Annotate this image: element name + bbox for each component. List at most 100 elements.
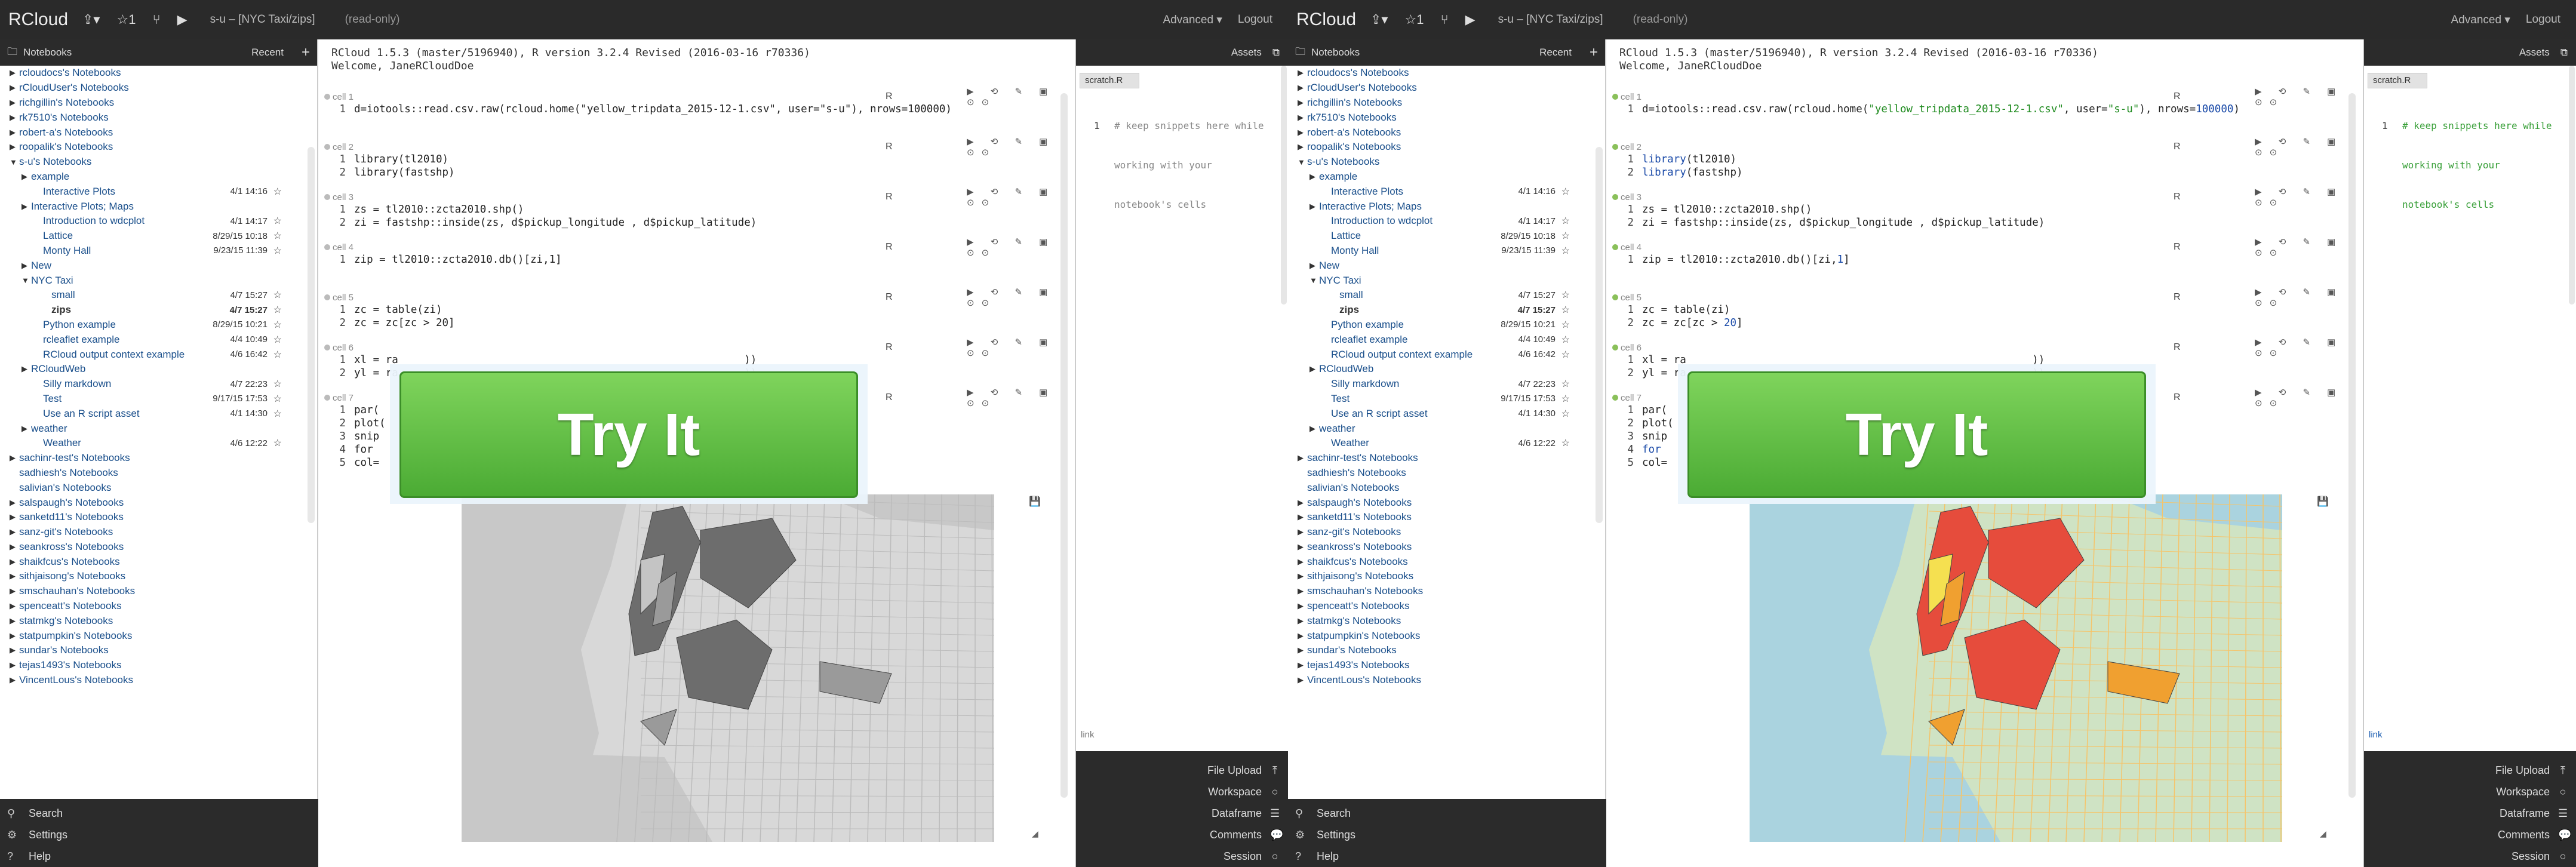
folder-item[interactable]: ▶ New [1288,258,1593,273]
star-icon[interactable]: ☆ [1561,215,1570,227]
notebook-cell[interactable]: cell 1 R ▶ ⟲ ✎ ▣ ⊙⊙ 1 d=iotools::read.csv.ra… [324,87,1071,116]
folder-item[interactable]: sadhiesh's Notebooks [1288,466,1593,481]
notebook-cell[interactable]: cell 3 R ▶ ⟲ ✎ ▣ ⊙⊙ 1 zs = tl2010::zcta2010.… [1612,187,2359,229]
star-icon[interactable]: ☆ [273,215,282,227]
assets-title[interactable]: Assets [1231,47,1262,59]
session-panel[interactable]: Session ○ [1076,846,1288,867]
chevron-right-icon[interactable]: ▶ [1298,675,1307,685]
chevron-right-icon[interactable]: ▶ [10,68,19,78]
folder-item[interactable]: ▶ rCloudUser's Notebooks [1288,81,1593,96]
notebook-item[interactable]: RCloud output context example 4/6 16:42 ☆ [0,347,305,362]
asset-tab-scratch[interactable]: scratch.R [2368,73,2427,88]
star-icon[interactable]: ☆ [273,245,282,257]
folder-item[interactable]: ▶ sanz-git's Notebooks [1288,525,1593,540]
asset-link[interactable]: link [1081,730,1095,740]
chevron-right-icon[interactable]: ▶ [21,172,31,182]
star-icon[interactable]: ☆ [1561,378,1570,390]
chevron-right-icon[interactable]: ▶ [21,202,31,211]
folder-item[interactable]: ▶ statpumpkin's Notebooks [1288,628,1593,643]
chevron-right-icon[interactable]: ▶ [1298,616,1307,626]
chevron-right-icon[interactable]: ▶ [10,453,19,463]
cell-code[interactable]: 1 d=iotools::read.csv.raw(rcloud.home("ye… [1612,103,2359,116]
star-icon[interactable]: ☆ [273,334,282,346]
comments-panel[interactable]: Comments 💬 [2364,824,2576,846]
recent-button[interactable]: Recent [1539,47,1572,59]
star-icon[interactable]: ☆ [273,437,282,449]
cell-toolbar[interactable]: ▶ ⟲ ✎ ▣ ⊙⊙ [967,136,1071,158]
star-icon[interactable]: ☆ [1561,186,1570,198]
dataframe-panel[interactable]: Dataframe ☰ [2364,803,2576,824]
chevron-right-icon[interactable]: ▶ [1298,601,1307,611]
save-plot-icon[interactable]: 💾 [2317,496,2329,508]
notebook-item[interactable]: zips 4/7 15:27 ☆ [1288,303,1593,318]
notebook-item[interactable]: Test 9/17/15 17:53 ☆ [1288,392,1593,407]
sidebar-scrollbar[interactable] [1596,147,1603,523]
folder-item[interactable]: ▼ NYC Taxi [0,273,305,288]
cell-language-select[interactable]: R [2174,392,2181,403]
star-icon[interactable]: ☆ [273,319,282,331]
cell-language-select[interactable]: R [886,91,893,102]
share-icon[interactable]: ⇪▾ [1370,12,1388,27]
chevron-right-icon[interactable]: ▶ [1309,424,1319,433]
folder-item[interactable]: ▶ VincentLous's Notebooks [0,673,305,688]
folder-item[interactable]: ▶ RCloudWeb [1288,362,1593,377]
chevron-right-icon[interactable]: ▶ [1298,113,1307,122]
brand-logo[interactable]: RCloud [8,10,74,30]
settings-link[interactable]: ⚙ Settings [0,824,318,846]
notebook-item[interactable]: small 4/7 15:27 ☆ [0,288,305,303]
advanced-menu[interactable]: Advanced ▾ [2451,13,2510,27]
star-icon[interactable]: ☆ [273,349,282,361]
file-upload-panel[interactable]: File Upload ⤒ [1076,760,1288,781]
chevron-right-icon[interactable]: ▶ [10,631,19,641]
folder-item[interactable]: ▶ shaikfcus's Notebooks [0,554,305,569]
notebook-cell[interactable]: cell 2 R ▶ ⟲ ✎ ▣ ⊙⊙ 1 library(tl2010) 2 librar… [1612,137,2359,179]
chevron-right-icon[interactable]: ▶ [10,142,19,152]
star-icon[interactable]: ☆ [273,378,282,390]
folder-item[interactable]: ▶ rk7510's Notebooks [1288,110,1593,125]
notebook-item[interactable]: Introduction to wdcplot 4/1 14:17 ☆ [1288,214,1593,229]
folder-item[interactable]: ▶ robert-a's Notebooks [1288,125,1593,140]
folder-item[interactable]: ▶ rcloudocs's Notebooks [0,66,305,81]
chevron-right-icon[interactable]: ▶ [10,113,19,122]
star-icon[interactable]: ☆ [273,186,282,198]
folder-item[interactable]: ▶ rcloudocs's Notebooks [1288,66,1593,81]
try-it-button[interactable]: Try It [399,371,858,498]
notebook-cell[interactable]: cell 5 R ▶ ⟲ ✎ ▣ ⊙⊙ 1 zc = table(zi) 2 zc = zc… [324,287,1071,330]
chevron-right-icon[interactable]: ▶ [1298,68,1307,78]
brand-logo[interactable]: RCloud [1296,10,1362,30]
copy-icon[interactable]: ⧉ [1272,47,1280,59]
cell-code[interactable]: 1 zip = tl2010::zcta2010.db()[zi,1] [1612,253,2359,266]
notebook-item[interactable]: Introduction to wdcplot 4/1 14:17 ☆ [0,214,305,229]
cell-language-select[interactable]: R [886,142,893,152]
chevron-right-icon[interactable]: ▶ [10,571,19,581]
folder-item[interactable]: ▶ example [0,170,305,185]
notebook-item[interactable]: Silly markdown 4/7 22:23 ☆ [0,377,305,392]
cell-toolbar[interactable]: ▶ ⟲ ✎ ▣ ⊙⊙ [2255,236,2359,258]
folder-item[interactable]: ▶ New [0,258,305,273]
notebook-cell[interactable]: cell 4 R ▶ ⟲ ✎ ▣ ⊙⊙ 1 zip = tl2010::zcta2010… [324,237,1071,266]
chevron-right-icon[interactable]: ▶ [1298,660,1307,670]
file-upload-panel[interactable]: File Upload ⤒ [2364,760,2576,781]
folder-item[interactable]: ▶ spenceatt's Notebooks [1288,599,1593,614]
cell-toolbar[interactable]: ▶ ⟲ ✎ ▣ ⊙⊙ [967,86,1071,107]
help-link[interactable]: ? Help [1288,846,1606,867]
cell-code[interactable]: 1 library(tl2010) 2 library(fastshp) [324,153,1071,179]
cell-toolbar[interactable]: ▶ ⟲ ✎ ▣ ⊙⊙ [2255,287,2359,308]
folder-item[interactable]: ▶ VincentLous's Notebooks [1288,673,1593,688]
workspace-panel[interactable]: Workspace ○ [1076,781,1288,803]
folder-item[interactable]: ▶ statmkg's Notebooks [0,613,305,628]
folder-item[interactable]: ▶ seankross's Notebooks [0,540,305,555]
run-icon[interactable]: ▶ [177,12,187,27]
help-link[interactable]: ? Help [0,846,318,867]
assets-scrollbar[interactable] [2569,66,2575,305]
notebook-item[interactable]: Python example 8/29/15 10:21 ☆ [0,318,305,333]
notebook-item[interactable]: Test 9/17/15 17:53 ☆ [0,392,305,407]
save-plot-icon[interactable]: 💾 [1029,496,1041,508]
chevron-right-icon[interactable]: ▶ [10,98,19,107]
star-icon[interactable]: ☆ [1561,334,1570,346]
chevron-right-icon[interactable]: ▶ [10,601,19,611]
asset-tab-scratch[interactable]: scratch.R [1080,73,1139,88]
star-icon[interactable]: ☆ [1561,319,1570,331]
notebook-item[interactable]: Monty Hall 9/23/15 11:39 ☆ [1288,244,1593,259]
cell-language-select[interactable]: R [886,242,893,253]
